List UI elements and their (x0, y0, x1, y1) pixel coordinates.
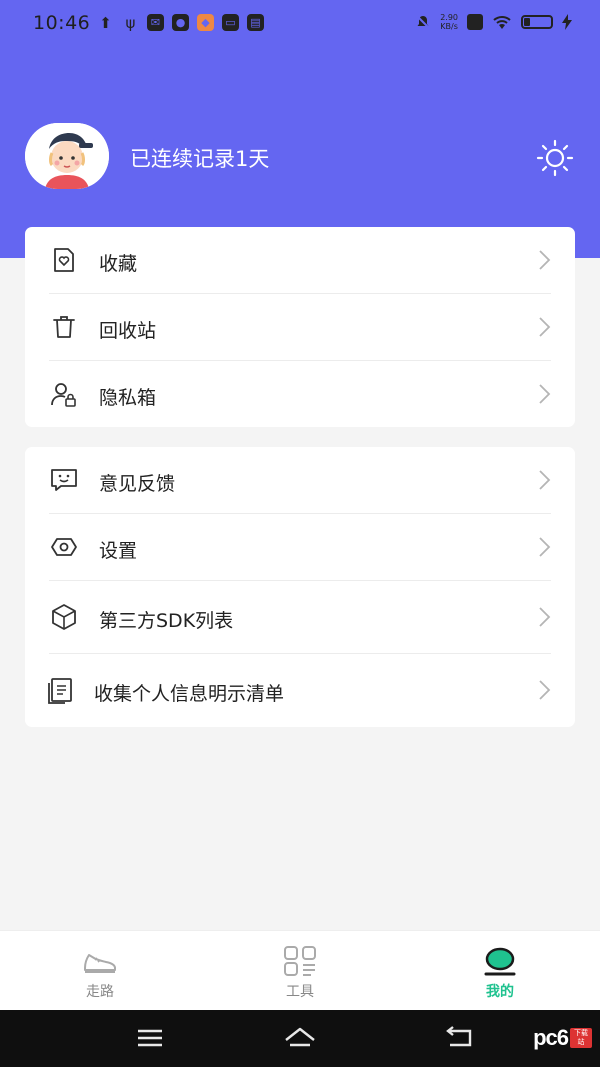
private-user-lock-icon (51, 383, 76, 407)
boy-avatar-icon (25, 123, 109, 189)
menu-icon[interactable] (130, 1022, 170, 1054)
streak-text: 已连续记录1天 (130, 147, 270, 171)
profile-tab-icon (484, 947, 516, 976)
feedback-icon (51, 469, 77, 491)
chevron-right-icon (539, 537, 551, 557)
menu-card-primary: 收藏 回收站 隐私箱 (25, 227, 575, 427)
chevron-right-icon (539, 384, 551, 404)
profile-row: 已连续记录1天 (25, 123, 575, 191)
watermark-badge: 下载站 (570, 1028, 592, 1048)
chevron-right-icon (539, 607, 551, 627)
message-icon: ▭ (222, 14, 239, 31)
menu-item-settings[interactable]: 设置 (25, 514, 575, 580)
tab-label: 工具 (286, 984, 314, 1000)
menu-label: 设置 (99, 540, 138, 562)
tab-label: 我的 (486, 984, 514, 1000)
network-speed: 2.90 KB/s (440, 13, 458, 31)
trash-icon (53, 316, 75, 338)
shoe-icon (84, 954, 116, 973)
home-icon[interactable] (280, 1022, 320, 1054)
battery-icon (521, 15, 553, 29)
wifi-icon (493, 16, 511, 29)
menu-item-feedback[interactable]: 意见反馈 (25, 447, 575, 513)
upload-icon: ⬆ (99, 13, 112, 32)
status-time: 10:46 (33, 12, 91, 34)
chevron-right-icon (539, 317, 551, 337)
tab-walk[interactable]: 走路 (0, 931, 200, 1011)
pc6-watermark: pc6 下载站 (533, 1023, 592, 1053)
usb-icon: ψ (125, 13, 136, 32)
menu-label: 隐私箱 (99, 387, 157, 409)
mail-icon: ✉ (147, 14, 164, 31)
chevron-right-icon (539, 680, 551, 700)
menu-label: 收集个人信息明示清单 (94, 683, 285, 705)
tab-mine[interactable]: 我的 (400, 931, 600, 1011)
watermark-brand: pc6 (533, 1025, 569, 1050)
chevron-right-icon (539, 250, 551, 270)
menu-item-favorites[interactable]: 收藏 (25, 227, 575, 293)
menu-label: 意见反馈 (99, 473, 176, 495)
menu-item-sdk-list[interactable]: 第三方SDK列表 (25, 581, 575, 653)
status-bar: 10:46 ⬆ ψ ✉ ● ◆ ▭ ▤ 2.90 KB/s (0, 0, 600, 48)
bell-muted-icon (416, 15, 430, 29)
tab-tools[interactable]: 工具 (200, 931, 400, 1011)
colorful-app-icon: ◆ (197, 14, 214, 31)
app-notification-icon: ● (172, 14, 189, 31)
tab-label: 走路 (86, 984, 114, 1000)
bottom-tab-bar: 走路 工具 我的 (0, 930, 600, 1010)
system-nav-bar: pc6 下载站 (0, 1010, 600, 1067)
info-list-icon (48, 678, 72, 704)
menu-label: 回收站 (99, 320, 157, 342)
sdk-cube-icon (52, 604, 76, 630)
chevron-right-icon (539, 470, 551, 490)
menu-item-recycle-bin[interactable]: 回收站 (25, 294, 575, 360)
notification-icons: ⬆ ψ ✉ ● ◆ ▭ ▤ (97, 13, 264, 32)
system-status-icons: 2.90 KB/s (415, 13, 572, 31)
grid-tools-icon (284, 946, 316, 976)
menu-label: 第三方SDK列表 (99, 610, 234, 632)
menu-label: 收藏 (99, 253, 138, 275)
calendar-icon: ▤ (247, 14, 264, 31)
favorite-doc-icon (54, 248, 74, 272)
menu-item-info-collection-list[interactable]: 收集个人信息明示清单 (25, 654, 575, 727)
avatar[interactable] (25, 123, 109, 189)
menu-card-secondary: 意见反馈 设置 第三方SDK列表 收集个人信息明示清单 (25, 447, 575, 727)
menu-item-private-box[interactable]: 隐私箱 (25, 361, 575, 427)
charging-icon (562, 14, 572, 30)
back-icon[interactable] (440, 1022, 480, 1054)
sun-theme-icon[interactable] (535, 138, 575, 178)
settings-icon (51, 538, 77, 556)
sim-icon (467, 14, 483, 30)
